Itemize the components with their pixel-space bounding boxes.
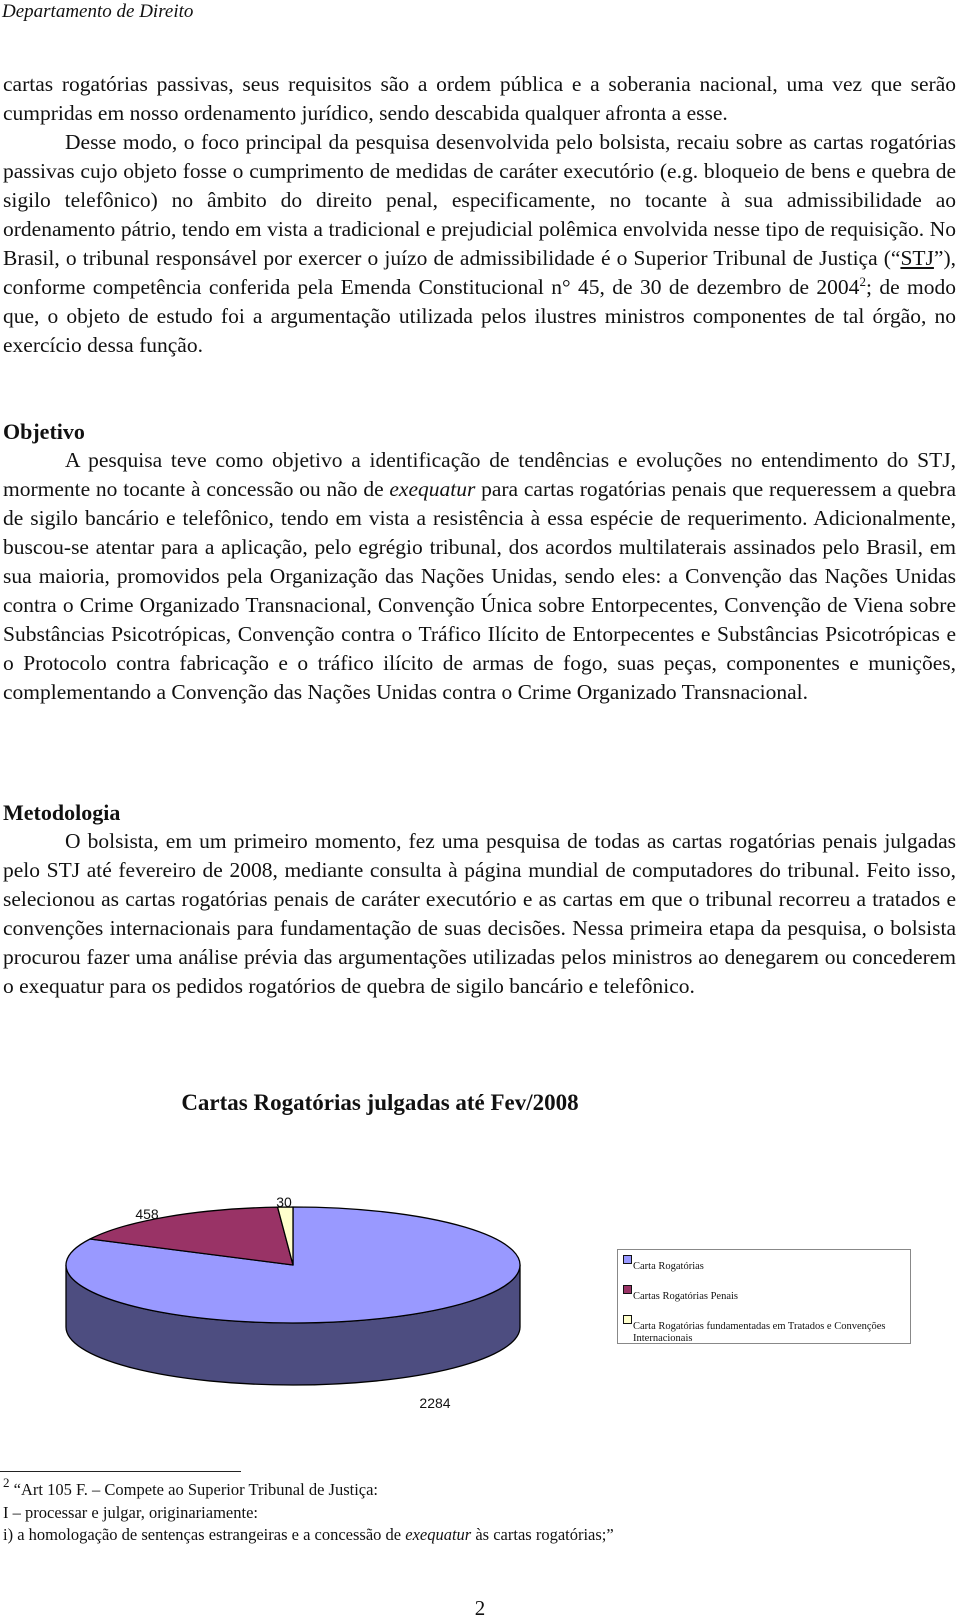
metodologia-paragraph: O bolsista, em um primeiro momento, fez … [3,829,956,998]
footnote-text-3-end: às cartas rogatórias;” [471,1525,614,1544]
footnote-line-1: 2 “Art 105 F. – Compete ao Superior Trib… [3,1476,614,1502]
objetivo-text-cont: para cartas rogatórias penais que requer… [3,477,956,704]
footnote-text-3: i) a homologação de sentenças estrangeir… [3,1525,406,1544]
objetivo-section: A pesquisa teve como objetivo a identifi… [3,446,956,707]
chart-title: Cartas Rogatórias julgadas até Fev/2008 [181,1090,579,1115]
running-header: Departamento de Direito [2,1,194,22]
legend-label-1: Cartas Rogatórias Penais [633,1291,738,1302]
legend-item-1: Cartas Rogatórias Penais [623,1285,903,1303]
footnote-separator [0,1471,241,1472]
legend-swatch-1 [623,1285,632,1294]
footnote-line-2: I – processar e julgar, originariamente: [3,1502,258,1522]
intro-paragraph-2: Desse modo, o foco principal da pesquisa… [3,128,956,360]
section-heading-objetivo: Objetivo [3,419,85,444]
intro-paragraph-1: cartas rogatórias passivas, seus requisi… [3,72,956,125]
legend-swatch-0 [623,1255,632,1264]
footnote-line-3: i) a homologação de sentenças estrangeir… [3,1524,614,1547]
objetivo-paragraph: A pesquisa teve como objetivo a identifi… [3,446,956,707]
metodologia-section: O bolsista, em um primeiro momento, fez … [3,827,956,1001]
section-heading-metodologia: Metodologia [3,800,121,825]
footnote-italic-term: exequatur [405,1525,472,1544]
objetivo-italic-term: exequatur [389,477,476,501]
legend-label-2: Carta Rogatórias fundamentadas em Tratad… [633,1321,886,1344]
legend-label-0: Carta Rogatórias [633,1261,704,1272]
intro-section: cartas rogatórias passivas, seus requisi… [3,70,956,360]
pie-chart: 2284 458 30 [65,1194,521,1411]
pie-data-label-0: 2284 [419,1395,450,1411]
stj-link[interactable]: STJ [900,246,933,270]
intro-p2-text: Desse modo, o foco principal da pesquisa… [3,130,956,270]
footnote-text-1: “Art 105 F. – Compete ao Superior Tribun… [9,1480,379,1499]
pie-data-label-2: 30 [276,1194,292,1210]
footnote: 2 “Art 105 F. – Compete ao Superior Trib… [3,1476,614,1547]
legend-swatch-2 [623,1315,632,1324]
chart-legend: Carta Rogatórias Cartas Rogatórias Penais… [617,1249,911,1344]
legend-item-2: Carta Rogatórias fundamentadas em Tratad… [623,1315,903,1345]
legend-item-0: Carta Rogatórias [623,1255,903,1273]
pie-data-label-1: 458 [135,1206,159,1222]
